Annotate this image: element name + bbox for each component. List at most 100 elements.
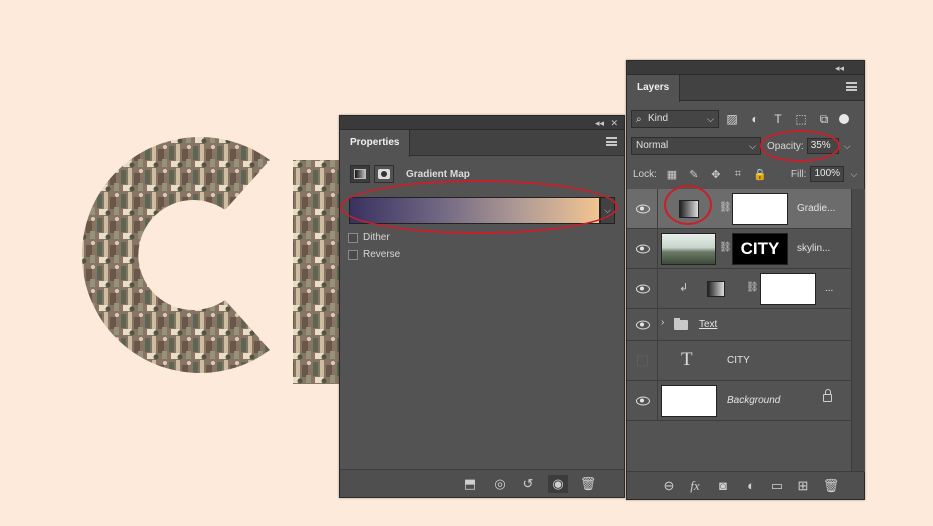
adjustment-title: Gradient Map (406, 168, 470, 180)
link-layers-icon[interactable]: ⊖ (659, 477, 679, 495)
new-group-icon[interactable]: ▭ (767, 477, 787, 495)
adjustment-button[interactable] (350, 165, 370, 183)
eye-column-divider (657, 229, 658, 268)
view-previous-icon[interactable]: ◎ (490, 475, 510, 493)
chevron-down-icon: ⌵ (749, 141, 756, 151)
visibility-eye-icon[interactable]: ◉ (548, 475, 568, 493)
visibility-toggle-empty[interactable] (637, 355, 648, 366)
layer-row[interactable]: T CITY (627, 341, 851, 381)
layer-name[interactable]: CITY (727, 341, 750, 381)
fill-label: Fill: (790, 168, 807, 180)
reverse-checkbox[interactable] (348, 249, 358, 260)
opacity-dropdown-icon[interactable]: ⌵ (844, 141, 851, 152)
dither-option[interactable]: Dither (348, 232, 390, 243)
blend-mode-value: Normal (636, 140, 669, 151)
reset-icon[interactable]: ↺ (518, 475, 538, 493)
filter-kind-select[interactable]: ⌕ Kind ⌵ (631, 110, 719, 128)
layer-row[interactable]: › Text (627, 309, 851, 341)
lock-transparent-pixels-icon[interactable]: ▦ (665, 168, 679, 181)
filter-row: ⌕ Kind ⌵ ▨ ◐ T ⬚ ⧉ (631, 109, 861, 129)
add-mask-icon[interactable]: ◙ (713, 477, 733, 495)
pixel-filter-icon[interactable]: ▨ (722, 112, 742, 126)
panel-strip: ◂◂ (627, 61, 864, 75)
new-adjustment-icon[interactable]: ◐ (741, 477, 761, 495)
layer-name[interactable]: Text (699, 309, 717, 341)
dither-label: Dither (363, 232, 390, 243)
chain-link-icon[interactable]: ⛓ (719, 202, 732, 213)
tab-properties[interactable]: Properties (340, 130, 411, 157)
city-mask-thumbnail[interactable]: CITY (732, 233, 788, 265)
lock-artboard-icon[interactable]: ⌗ (731, 168, 745, 181)
eye-column-divider (657, 341, 658, 380)
trash-icon[interactable]: 🗑 (578, 475, 598, 493)
reverse-option[interactable]: Reverse (348, 249, 400, 260)
properties-tabbar: Properties (340, 130, 624, 157)
shape-filter-icon[interactable]: ⬚ (791, 112, 811, 126)
chain-link-icon[interactable]: ⛓ (746, 282, 759, 293)
dither-checkbox[interactable] (348, 232, 358, 243)
gradient-map-icon (354, 169, 366, 179)
type-filter-icon[interactable]: T (768, 112, 788, 126)
layers-footer: ⊖ fx ◙ ◐ ▭ ⊞ 🗑 (627, 471, 864, 499)
collapse-icon[interactable]: ◂◂ (595, 116, 604, 130)
lock-position-icon[interactable]: ✥ (709, 168, 723, 181)
mask-button[interactable] (374, 165, 394, 183)
adjustment-icon (707, 281, 725, 297)
filter-toggle-icon[interactable] (839, 114, 849, 124)
new-layer-icon[interactable]: ⊞ (793, 477, 813, 495)
layer-mask-thumbnail[interactable] (732, 193, 788, 225)
background-thumbnail[interactable] (661, 385, 717, 417)
chevron-right-icon[interactable]: › (661, 317, 664, 328)
layers-tabbar: Layers (627, 75, 864, 102)
tab-layers[interactable]: Layers (627, 75, 681, 102)
eye-icon[interactable] (636, 396, 650, 405)
panel-menu-icon[interactable] (846, 82, 857, 91)
smart-object-filter-icon[interactable]: ⧉ (814, 112, 834, 127)
lock-image-pixels-icon[interactable]: ✎ (687, 168, 701, 181)
panel-strip: ◂◂ ✕ (340, 116, 624, 130)
folder-icon (674, 318, 688, 330)
clip-to-layer-icon[interactable]: ⬒ (460, 475, 480, 493)
layers-scrollbar[interactable] (851, 189, 865, 472)
chevron-down-icon: ⌵ (707, 114, 714, 124)
chain-link-icon[interactable]: ⛓ (719, 242, 732, 253)
skyline-thumbnail[interactable] (661, 233, 716, 265)
adjustment-filter-icon[interactable]: ◐ (745, 112, 765, 126)
layer-list: ⛓ Gradie... ⛓ CITY skylin... ↲ ⛓ ... › T… (627, 189, 851, 421)
opacity-annotation-circle (760, 130, 840, 162)
layer-name[interactable]: ... (825, 269, 833, 309)
layer-row[interactable]: Background (627, 381, 851, 421)
gradient-layer-annotation-circle (664, 185, 712, 225)
lock-icon (823, 389, 832, 402)
close-icon[interactable]: ✕ (610, 116, 618, 130)
letter-i-shape (293, 160, 339, 384)
layer-name[interactable]: Background (727, 381, 780, 421)
reverse-label: Reverse (363, 249, 401, 260)
panel-menu-icon[interactable] (606, 137, 617, 146)
layer-row[interactable]: ⛓ Gradie... (627, 189, 851, 229)
lock-all-icon[interactable]: 🔒 (753, 168, 767, 181)
fill-dropdown-icon[interactable]: ⌵ (850, 169, 857, 180)
fx-icon[interactable]: fx (685, 477, 705, 495)
eye-icon[interactable] (636, 244, 650, 253)
trash-icon[interactable]: 🗑 (821, 477, 841, 495)
eye-icon[interactable] (636, 204, 650, 213)
search-icon: ⌕ (636, 114, 642, 125)
layers-panel: ◂◂ Layers ⌕ Kind ⌵ ▨ ◐ T ⬚ ⧉ Normal ⌵ Op… (626, 60, 865, 500)
letter-c-shape (82, 137, 271, 373)
layer-mask-thumbnail[interactable] (760, 273, 816, 305)
eye-column-divider (657, 269, 658, 308)
collapse-icon[interactable]: ◂◂ (835, 61, 844, 75)
layer-row[interactable]: ↲ ⛓ ... (627, 269, 851, 309)
layer-name[interactable]: Gradie... (797, 189, 835, 229)
properties-footer: ⬒ ◎ ↺ ◉ 🗑 (340, 469, 624, 497)
layer-row[interactable]: ⛓ CITY skylin... (627, 229, 851, 269)
blend-mode-select[interactable]: Normal ⌵ (631, 137, 761, 155)
gradient-annotation-circle (340, 180, 618, 234)
lock-row: Lock: ▦ ✎ ✥ ⌗ 🔒 Fill: 100% ⌵ (633, 165, 863, 183)
eye-icon[interactable] (636, 320, 650, 329)
layer-name[interactable]: skylin... (797, 229, 830, 269)
text-layer-icon: T (681, 349, 693, 370)
fill-input[interactable]: 100% (810, 166, 845, 182)
eye-icon[interactable] (636, 284, 650, 293)
